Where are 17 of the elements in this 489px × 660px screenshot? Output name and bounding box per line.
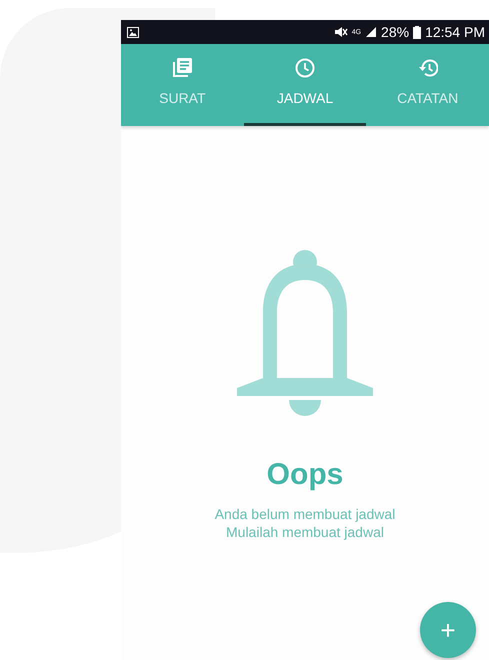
tab[interactable]: JADWAL — [244, 44, 366, 126]
battery-percent: 28% — [381, 22, 410, 42]
message-line: Mulailah membuat jadwal — [226, 523, 384, 541]
message-line: Anda belum membuat jadwal — [214, 505, 396, 523]
clock-time: 12:54 PM — [425, 22, 485, 42]
signal-icon — [365, 26, 378, 38]
bell-icon — [237, 250, 373, 418]
image-icon — [127, 26, 139, 38]
clock-icon — [295, 58, 315, 78]
history-icon — [418, 58, 438, 78]
mute-icon — [334, 26, 348, 38]
tab[interactable]: SURAT — [121, 44, 244, 126]
battery-icon — [413, 26, 422, 38]
empty-title: Oops — [266, 457, 344, 493]
tab[interactable]: CATATAN — [366, 44, 489, 126]
add-button[interactable]: + — [420, 602, 476, 658]
documents-icon — [172, 58, 192, 78]
